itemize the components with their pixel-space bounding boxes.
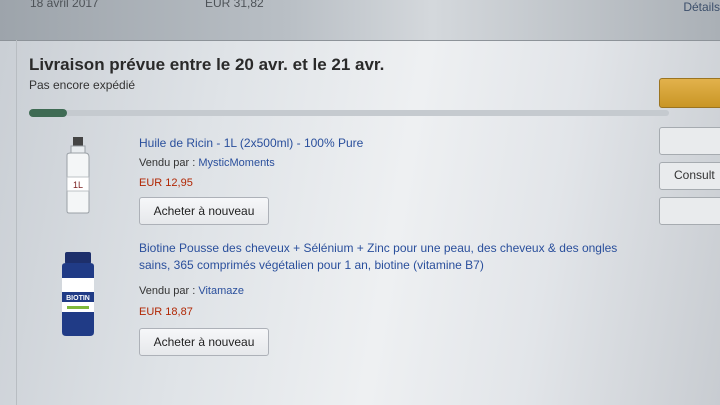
product-title-link[interactable]: Huile de Ricin - 1L (2x500ml) - 100% Pur…: [139, 135, 363, 152]
seller-link[interactable]: MysticMoments: [198, 157, 274, 169]
order-total: EUR 31,82: [205, 0, 264, 10]
bottle-label-text: 1L: [73, 180, 83, 190]
screen: 18 avril 2017 EUR 31,82 Détails d Livrai…: [0, 0, 720, 405]
product-price: EUR 18,87: [139, 306, 193, 318]
product-price: EUR 12,95: [139, 177, 193, 189]
buy-again-button[interactable]: Acheter à nouveau: [139, 197, 269, 225]
order-header: 18 avril 2017 EUR 31,82 Détails d: [0, 0, 720, 41]
delivery-title: Livraison prévue entre le 20 avr. et le …: [29, 55, 385, 74]
delivery-progress-bar: [29, 109, 669, 117]
order-date: 18 avril 2017: [30, 0, 99, 10]
biotin-bottle-icon[interactable]: BIOTIN: [53, 248, 103, 338]
seller-link[interactable]: Vitamaze: [198, 285, 244, 297]
track-package-button[interactable]: [659, 78, 720, 108]
seller-line: Vendu par : MysticMoments: [139, 157, 275, 169]
delivery-status: Pas encore expédié: [29, 78, 136, 92]
shipment-card: Livraison prévue entre le 20 avr. et le …: [16, 40, 720, 405]
side-action-button[interactable]: [659, 127, 720, 155]
bottle-label-text: BIOTIN: [66, 295, 90, 302]
delivery-progress-fill: [29, 109, 68, 117]
castor-oil-bottle-icon[interactable]: 1L: [53, 135, 103, 215]
side-action-button-2[interactable]: [659, 197, 720, 225]
seller-prefix: Vendu par :: [139, 285, 196, 297]
seller-prefix: Vendu par :: [139, 157, 196, 169]
buy-again-button[interactable]: Acheter à nouveau: [139, 328, 269, 356]
seller-line: Vendu par : Vitamaze: [139, 285, 244, 297]
product-title-link[interactable]: Biotine Pousse des cheveux + Sélénium + …: [139, 240, 639, 274]
consult-button[interactable]: Consult: [659, 162, 720, 190]
order-details-link[interactable]: Détails d: [683, 0, 720, 14]
